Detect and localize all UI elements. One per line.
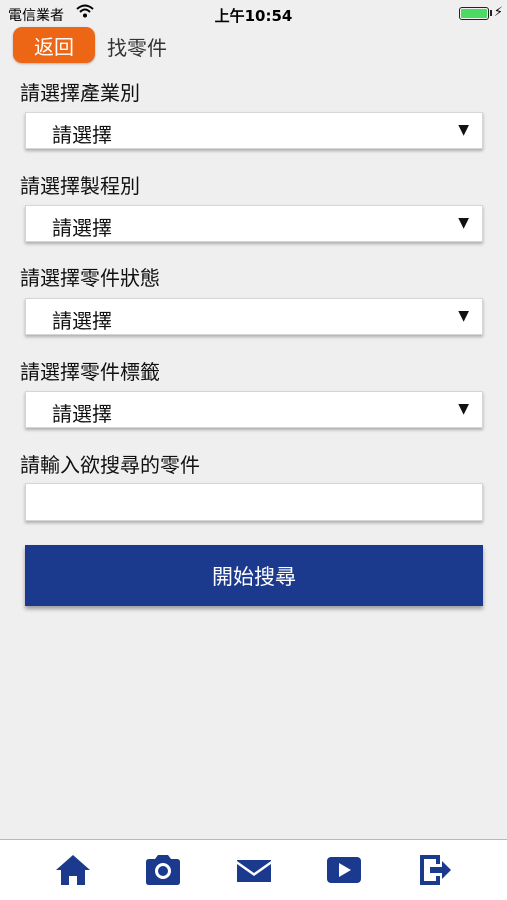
video-icon: [327, 857, 361, 883]
industry-select[interactable]: 請選擇 ▼: [25, 112, 483, 149]
status-time: 上午10:54: [214, 7, 293, 25]
part-tag-select[interactable]: 請選擇 ▼: [25, 391, 483, 428]
industry-label: 請選擇產業別: [20, 81, 140, 105]
battery-tip: [490, 10, 492, 16]
part-tag-label: 請選擇零件標籤: [20, 360, 160, 384]
video-tab[interactable]: [324, 852, 364, 888]
part-status-select-value: 請選擇: [52, 309, 112, 333]
logout-icon: [420, 855, 451, 885]
tab-bar: [0, 839, 507, 900]
dropdown-arrow-icon: ▼: [458, 215, 469, 231]
charging-icon: ⚡: [493, 5, 503, 20]
part-status-label: 請選擇零件狀態: [20, 266, 160, 290]
process-select-value: 請選擇: [52, 216, 112, 240]
industry-select-value: 請選擇: [52, 123, 112, 147]
start-search-button[interactable]: 開始搜尋: [25, 545, 483, 606]
part-tag-select-value: 請選擇: [52, 402, 112, 426]
process-label: 請選擇製程別: [20, 174, 140, 198]
keyword-input[interactable]: [25, 483, 483, 521]
status-bar: 電信業者 上午10:54 ⚡: [0, 0, 507, 26]
camera-icon: [146, 855, 180, 885]
battery-icon: [459, 7, 489, 20]
process-select[interactable]: 請選擇 ▼: [25, 205, 483, 242]
camera-tab[interactable]: [143, 852, 183, 888]
mail-tab[interactable]: [234, 852, 274, 888]
dropdown-arrow-icon: ▼: [458, 308, 469, 324]
back-button[interactable]: 返回: [13, 27, 95, 63]
logout-tab[interactable]: [414, 852, 454, 888]
home-icon: [56, 855, 90, 885]
page-title: 找零件: [107, 36, 167, 60]
mail-icon: [237, 860, 271, 882]
keyword-label: 請輸入欲搜尋的零件: [20, 453, 200, 477]
home-tab[interactable]: [53, 852, 93, 888]
dropdown-arrow-icon: ▼: [458, 122, 469, 138]
part-status-select[interactable]: 請選擇 ▼: [25, 298, 483, 335]
dropdown-arrow-icon: ▼: [458, 401, 469, 417]
